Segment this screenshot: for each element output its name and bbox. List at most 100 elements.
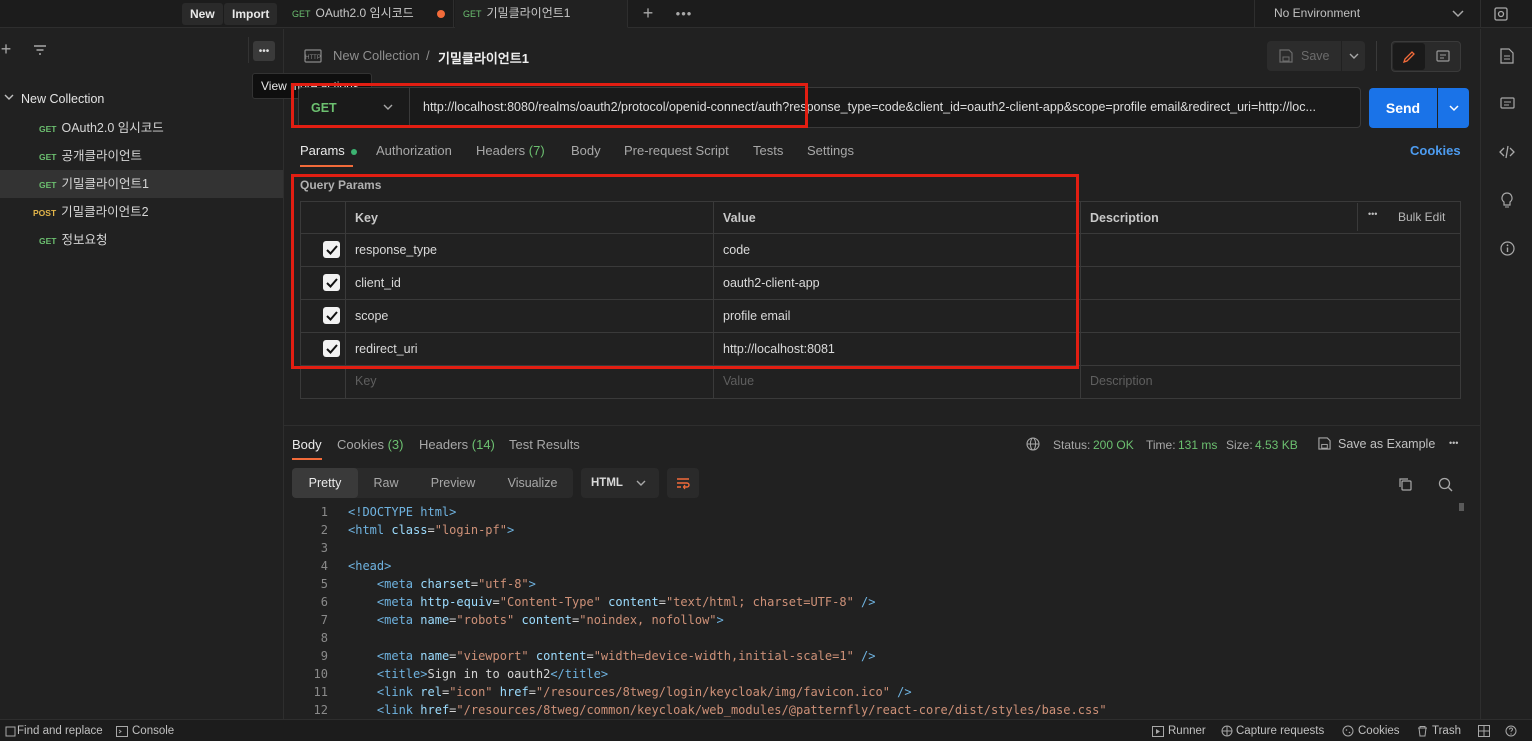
response-tab-cookies[interactable]: Cookies (3)	[337, 437, 403, 452]
chevron-down-icon[interactable]	[1450, 4, 1466, 24]
code-line: 8	[288, 629, 348, 647]
cookies-button[interactable]: Cookies	[1358, 725, 1400, 737]
documentation-icon[interactable]	[1498, 47, 1516, 65]
sidebar-item-confidential-client-2[interactable]: POST 기밀클라이언트2	[0, 198, 283, 226]
line-number: 9	[320, 649, 328, 663]
method-badge: GET	[39, 152, 57, 162]
more-options-icon[interactable]: •••	[1368, 209, 1377, 219]
tab-tests[interactable]: Tests	[753, 143, 783, 158]
response-tab-headers[interactable]: Headers (14)	[419, 437, 495, 452]
scrollbar-thumb[interactable]	[1459, 503, 1464, 511]
time-label: Time:	[1146, 438, 1176, 452]
status-label: Status:	[1053, 438, 1091, 452]
code-token: name	[420, 649, 450, 663]
more-tabs-icon[interactable]: •••	[674, 3, 694, 23]
view-mode-pretty[interactable]: Pretty	[292, 468, 358, 498]
tab-label: OAuth2.0 임시코드	[315, 6, 414, 20]
tab-active-underline	[300, 165, 353, 167]
collection-header[interactable]: New Collection	[0, 85, 283, 113]
line-number: 11	[313, 685, 328, 699]
runner-button[interactable]: Runner	[1168, 725, 1206, 737]
divider	[1480, 0, 1481, 28]
response-tab-tests[interactable]: Test Results	[509, 437, 580, 452]
code-token: content	[535, 649, 587, 663]
collection-name: New Collection	[21, 92, 105, 106]
code-token: charset	[420, 577, 471, 591]
tab-settings[interactable]: Settings	[807, 143, 854, 158]
comments-icon[interactable]	[1498, 95, 1516, 113]
time-value[interactable]: 131 ms	[1178, 438, 1217, 452]
code-token: "noindex, nofollow"	[579, 613, 717, 627]
capture-requests-button[interactable]: Capture requests	[1236, 725, 1324, 737]
new-tab-icon[interactable]: +	[638, 3, 658, 23]
find-replace-button[interactable]: Find and replace	[17, 725, 103, 737]
view-mode-raw[interactable]: Raw	[358, 468, 414, 498]
lightbulb-icon[interactable]	[1498, 191, 1516, 209]
save-button[interactable]: Save	[1267, 41, 1341, 71]
send-options-chevron-icon[interactable]	[1438, 88, 1469, 128]
save-label: Save	[1301, 49, 1330, 63]
tab-confidential-client-1[interactable]: GET 기밀클라이언트1	[455, 0, 628, 28]
line-number: 1	[320, 505, 328, 519]
new-param-description-input[interactable]: Description	[1090, 374, 1153, 388]
breadcrumb-collection[interactable]: New Collection	[333, 48, 420, 63]
comment-icon[interactable]	[1427, 43, 1459, 70]
request-name: 기밀클라이언트2	[61, 205, 149, 219]
console-button[interactable]: Console	[132, 725, 174, 737]
add-icon[interactable]: +	[0, 39, 12, 59]
view-mode-preview[interactable]: Preview	[414, 468, 492, 498]
import-button[interactable]: Import	[224, 3, 278, 25]
search-icon[interactable]	[1436, 475, 1454, 493]
view-mode-visualize[interactable]: Visualize	[492, 468, 573, 498]
line-number: 3	[320, 541, 328, 555]
help-icon[interactable]	[1505, 725, 1517, 737]
new-button[interactable]: New	[182, 3, 223, 25]
environment-select[interactable]: No Environment	[1274, 6, 1360, 20]
size-value[interactable]: 4.53 KB	[1255, 438, 1298, 452]
filter-icon[interactable]	[32, 43, 48, 57]
more-options-icon[interactable]: •••	[1449, 438, 1458, 448]
info-icon[interactable]	[1498, 239, 1516, 257]
sidebar-item-public-client[interactable]: GET 공개클라이언트	[0, 142, 283, 170]
tab-prerequest[interactable]: Pre-request Script	[624, 143, 729, 158]
trash-button[interactable]: Trash	[1432, 725, 1461, 737]
line-number: 5	[320, 577, 328, 591]
runner-icon	[1152, 725, 1164, 737]
edit-pencil-icon[interactable]	[1393, 43, 1425, 70]
tab-method: GET	[292, 9, 311, 19]
status-value[interactable]: 200 OK	[1093, 438, 1134, 452]
response-code-editor[interactable]: 1 <!DOCTYPE html> 2 <html class="login-pf">…	[288, 503, 1448, 719]
code-snippet-icon[interactable]	[1498, 143, 1516, 161]
chevron-down-icon	[4, 94, 14, 101]
line-number: 10	[313, 667, 328, 681]
sidebar-item-info-request[interactable]: GET 정보요청	[0, 226, 283, 254]
tab-headers-label: Headers	[476, 143, 526, 158]
response-tab-body[interactable]: Body	[292, 437, 322, 452]
wrap-lines-icon[interactable]	[667, 468, 699, 498]
copy-icon[interactable]	[1396, 475, 1414, 493]
save-options-chevron-icon[interactable]	[1342, 41, 1365, 71]
tab-headers[interactable]: Headers (7)	[476, 143, 545, 158]
tab-authorization[interactable]: Authorization	[376, 143, 452, 158]
code-token: "icon"	[449, 685, 493, 699]
new-param-key-input[interactable]: Key	[355, 374, 377, 388]
cookies-link[interactable]: Cookies	[1410, 143, 1461, 158]
highlight-box-params	[291, 174, 1079, 369]
save-as-example-button[interactable]: Save as Example	[1338, 437, 1435, 451]
tab-body[interactable]: Body	[571, 143, 601, 158]
globe-icon[interactable]	[1026, 437, 1040, 451]
environment-quick-look-icon[interactable]	[1492, 5, 1510, 23]
send-button[interactable]: Send	[1369, 88, 1437, 128]
code-token: >	[506, 523, 515, 537]
new-param-value-input[interactable]: Value	[723, 374, 754, 388]
format-select[interactable]: HTML	[581, 468, 659, 498]
more-actions-icon[interactable]: •••	[253, 41, 275, 61]
layout-icon[interactable]	[1478, 725, 1490, 737]
code-line: 12 <link href="/resources/8tweg/common/k…	[288, 701, 1107, 719]
bulk-edit-button[interactable]: Bulk Edit	[1398, 210, 1445, 224]
method-badge: GET	[39, 180, 57, 190]
tab-oauth-code[interactable]: GET OAuth2.0 임시코드	[284, 0, 454, 28]
sidebar-item-oauth-code[interactable]: GET OAuth2.0 임시코드	[0, 114, 283, 142]
sidebar-item-confidential-client-1[interactable]: GET 기밀클라이언트1	[0, 170, 283, 198]
tab-params[interactable]: Params	[300, 143, 358, 158]
